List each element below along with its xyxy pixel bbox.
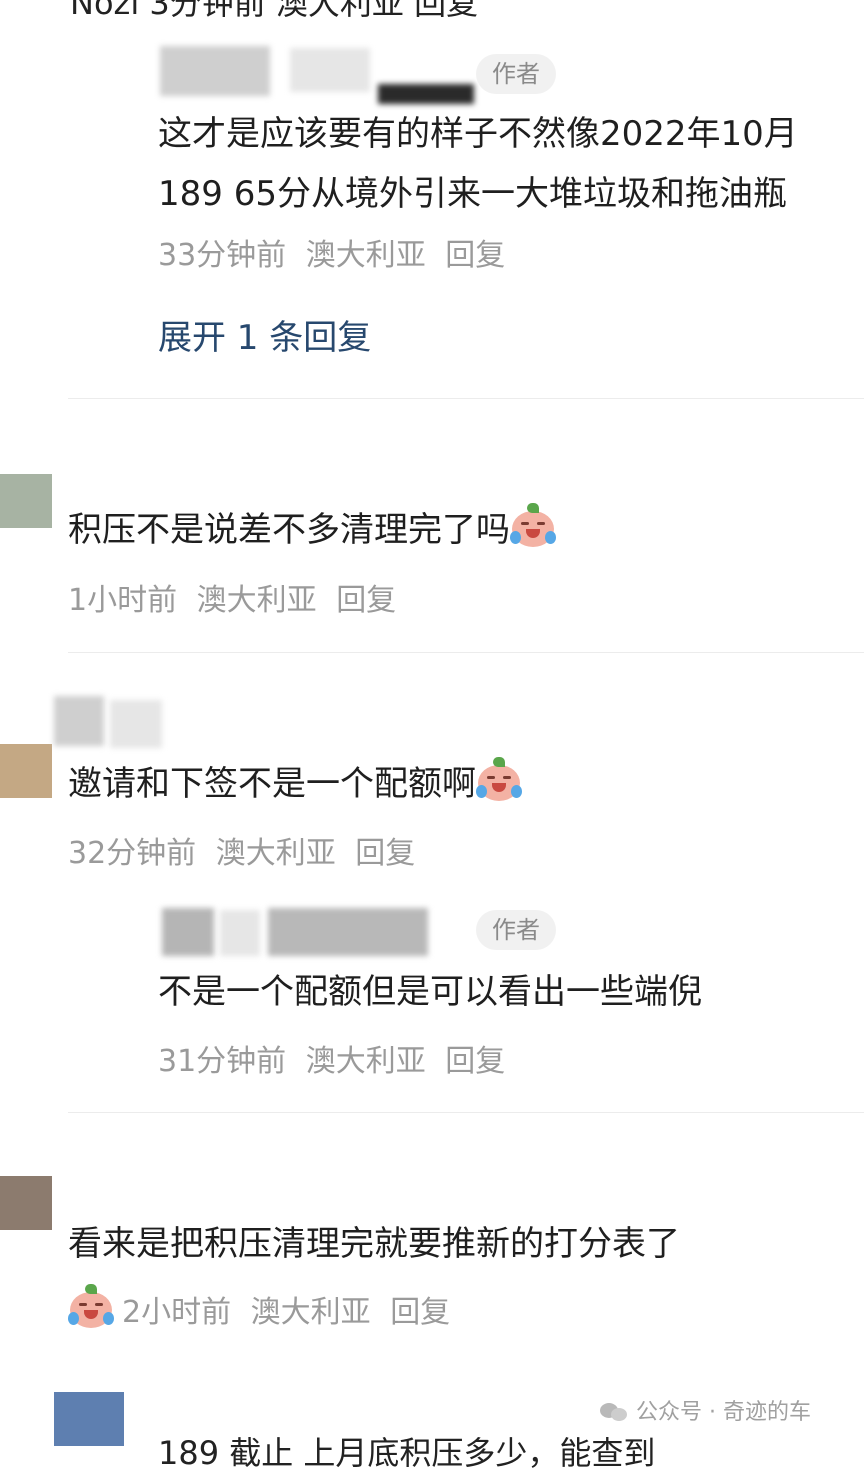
avatar <box>54 1392 124 1446</box>
avatar <box>0 1176 52 1230</box>
next-comment-text-cut: 189 截止 上月底积压多少，能查到 <box>158 1434 656 1472</box>
reply-button[interactable]: 回复 <box>390 1295 450 1330</box>
comment-text: 看来是把积压清理完就要推新的打分表了 <box>68 1224 680 1264</box>
reply-meta: 33分钟前 澳大利亚 回复 <box>158 238 515 273</box>
blurred-username <box>162 908 214 956</box>
crying-laughing-emoji-icon <box>476 757 522 803</box>
timestamp: 1小时前 <box>68 583 178 618</box>
reply-button[interactable]: 回复 <box>445 238 505 273</box>
timestamp: 33分钟前 <box>158 238 287 273</box>
blurred-username <box>290 48 370 92</box>
crying-laughing-emoji-icon <box>68 1284 114 1330</box>
watermark: 公众号 · 奇迹的车 <box>600 1394 811 1426</box>
location: 澳大利亚 <box>196 583 317 618</box>
comment-text: 邀请和下签不是一个配额啊 <box>68 754 522 814</box>
reply-button[interactable]: 回复 <box>355 836 415 871</box>
wechat-icon <box>600 1401 630 1423</box>
reply-text: 不是一个配额但是可以看出一些端倪 <box>158 972 702 1012</box>
location: 澳大利亚 <box>250 1295 371 1330</box>
reply-meta: 31分钟前 澳大利亚 回复 <box>158 1036 515 1080</box>
reply-text-content: 这才是应该要有的样子不然像2022年10月189 65分从境外引来一大堆垃圾和拖… <box>158 114 798 214</box>
author-tag: 作者 <box>476 54 556 94</box>
reply-text: 这才是应该要有的样子不然像2022年10月189 65分从境外引来一大堆垃圾和拖… <box>158 104 818 286</box>
comment-meta: 32分钟前 澳大利亚 回复 <box>68 828 425 872</box>
timestamp: 31分钟前 <box>158 1044 287 1079</box>
crying-laughing-emoji-icon <box>510 503 556 549</box>
divider <box>68 652 864 653</box>
blurred-username <box>220 910 260 956</box>
timestamp: 32分钟前 <box>68 836 197 871</box>
comment-meta: 2小时前 澳大利亚 回复 <box>68 1284 460 1331</box>
timestamp: 2小时前 <box>122 1295 232 1330</box>
reply-button[interactable]: 回复 <box>445 1044 505 1079</box>
blurred-username <box>54 696 104 746</box>
blurred-username <box>160 46 270 96</box>
blurred-username <box>268 908 428 956</box>
avatar <box>0 744 52 798</box>
comment-text: 积压不是说差不多清理完了吗 <box>68 500 556 560</box>
location: 澳大利亚 <box>305 1044 426 1079</box>
blurred-username <box>378 84 474 104</box>
reply-button[interactable]: 回复 <box>336 583 396 618</box>
location: 澳大利亚 <box>305 238 426 273</box>
divider <box>68 1112 864 1113</box>
watermark-text: 公众号 · 奇迹的车 <box>636 1400 811 1425</box>
divider <box>68 398 864 399</box>
comment-text-content: 积压不是说差不多清理完了吗 <box>68 510 510 550</box>
author-tag: 作者 <box>476 910 556 950</box>
avatar <box>0 474 52 528</box>
previous-comment-meta-cut: Nozi 3分钟前 澳大利亚 回复 <box>70 0 479 22</box>
blurred-username <box>110 700 162 748</box>
comment-meta: 1小时前 澳大利亚 回复 <box>68 575 406 619</box>
expand-replies-link[interactable]: 展开 1 条回复 <box>158 310 371 359</box>
location: 澳大利亚 <box>215 836 336 871</box>
comment-text-content: 邀请和下签不是一个配额啊 <box>68 764 476 804</box>
